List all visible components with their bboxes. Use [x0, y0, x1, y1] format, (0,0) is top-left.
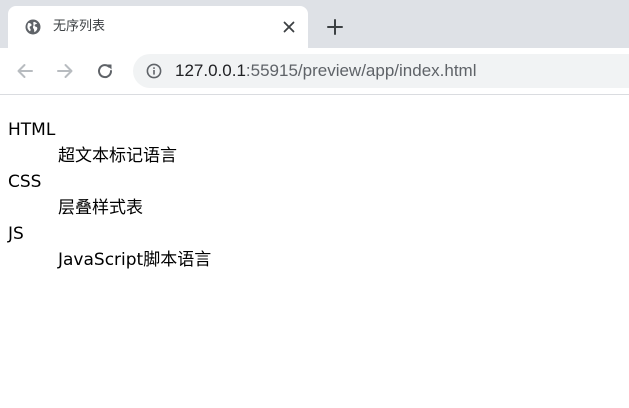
reload-icon[interactable] — [94, 60, 116, 82]
browser-tab[interactable]: 无序列表 — [8, 6, 308, 48]
address-bar[interactable]: 127.0.0.1:55915/preview/app/index.html — [133, 54, 629, 88]
info-icon[interactable] — [146, 63, 162, 79]
url-text: 127.0.0.1:55915/preview/app/index.html — [175, 60, 477, 82]
url-path: :55915/preview/app/index.html — [245, 61, 477, 80]
description-html: 超文本标记语言 — [58, 146, 177, 166]
term-html: HTML — [8, 120, 56, 140]
tab-title: 无序列表 — [53, 19, 106, 34]
page-content: HTML 超文本标记语言 CSS 层叠样式表 JS JavaScript脚本语言 — [0, 95, 629, 408]
definition-list: HTML 超文本标记语言 CSS 层叠样式表 JS JavaScript脚本语言 — [0, 95, 629, 273]
browser-toolbar: 127.0.0.1:55915/preview/app/index.html — [0, 48, 629, 95]
term-js: JS — [8, 224, 24, 244]
description-js: JavaScript脚本语言 — [58, 250, 212, 270]
tab-strip: 无序列表 — [0, 0, 629, 48]
term-css: CSS — [8, 172, 42, 192]
url-host: 127.0.0.1 — [175, 61, 246, 80]
back-arrow-icon[interactable] — [14, 60, 36, 82]
description-css: 层叠样式表 — [58, 198, 143, 218]
globe-icon — [25, 19, 41, 35]
browser-window: 无序列表 127.0.0.1:55915/preview/app/index.h… — [0, 0, 629, 408]
new-tab-icon[interactable] — [325, 17, 345, 37]
close-tab-icon[interactable] — [280, 18, 298, 36]
forward-arrow-icon[interactable] — [54, 60, 76, 82]
